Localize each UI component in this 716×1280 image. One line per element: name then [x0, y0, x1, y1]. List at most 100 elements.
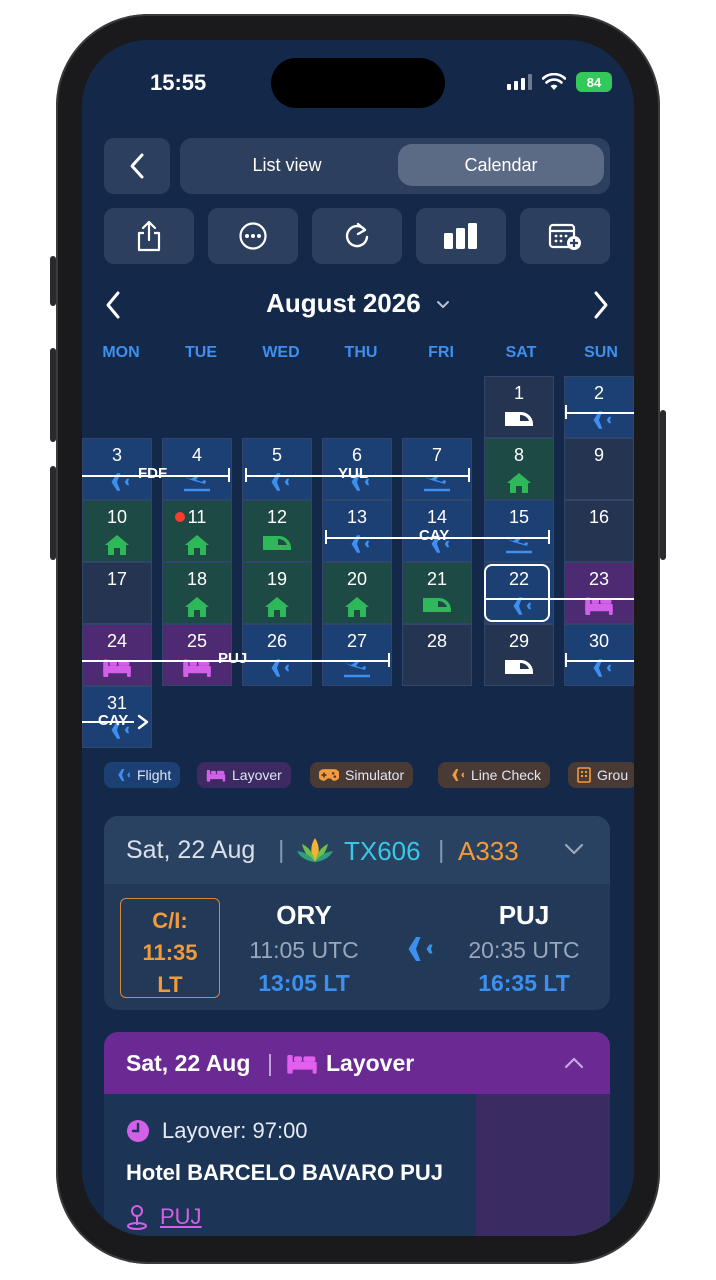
- calendar-day[interactable]: 17: [82, 562, 152, 624]
- refresh-button[interactable]: [312, 208, 402, 264]
- day-number: 3: [111, 445, 122, 465]
- calendar-day[interactable]: 15: [484, 500, 554, 562]
- tab-calendar[interactable]: Calendar: [398, 144, 604, 186]
- calendar-day[interactable]: 9: [564, 438, 634, 500]
- action-button: [50, 256, 56, 306]
- back-button[interactable]: [104, 138, 170, 194]
- calendar-day[interactable]: 24: [82, 624, 152, 686]
- checkin-time: 11:35: [142, 940, 198, 965]
- location-link[interactable]: PUJ: [126, 1204, 202, 1230]
- departure-airport: ORY 11:05 UTC 13:05 LT: [242, 900, 366, 997]
- cellular-signal-icon: [507, 74, 532, 90]
- calendar-day[interactable]: 26: [242, 624, 312, 686]
- layover-duration-row: Layover: 97:00: [126, 1118, 308, 1144]
- calendar-day[interactable]: 8: [484, 438, 554, 500]
- view-segmented-control: List view Calendar: [180, 138, 610, 194]
- legend-label: Layover: [232, 767, 282, 783]
- calendar-day[interactable]: 16: [564, 500, 634, 562]
- building-icon: [577, 767, 591, 783]
- legend-chip-simulator[interactable]: Simulator: [310, 762, 414, 788]
- checkin-label: C/I:: [152, 908, 188, 933]
- day-number: 1: [513, 383, 524, 403]
- flight-date: Sat, 22 Aug: [126, 836, 256, 864]
- legend-chip-line-check[interactable]: Line Check: [438, 762, 551, 788]
- calendar-add-icon: [548, 223, 581, 250]
- calendar-day[interactable]: 19: [242, 562, 312, 624]
- day-number: 27: [346, 631, 368, 651]
- gamepad-icon: [319, 769, 339, 781]
- statistics-button[interactable]: [416, 208, 506, 264]
- legend-chip-ground[interactable]: Grou: [568, 762, 634, 788]
- flight-card[interactable]: Sat, 22 Aug | TX606 | A333 C/I: 11:35 LT…: [104, 816, 610, 1010]
- layover-card-header[interactable]: Sat, 22 Aug | Layover: [104, 1032, 610, 1094]
- calendar-day[interactable]: 23: [564, 562, 634, 624]
- checkin-box: C/I: 11:35 LT: [120, 898, 220, 998]
- calendar-day[interactable]: 7: [402, 438, 472, 500]
- month-picker[interactable]: August 2026: [82, 288, 634, 319]
- separator: |: [267, 1050, 273, 1076]
- calendar-day[interactable]: 13: [322, 500, 392, 562]
- day-number: 29: [508, 631, 530, 651]
- route-label: YUL: [338, 465, 368, 482]
- day-number: 31: [106, 693, 128, 713]
- chevron-up-icon[interactable]: [564, 1056, 584, 1070]
- day-number: 25: [186, 631, 208, 651]
- calendar-day[interactable]: 21: [402, 562, 472, 624]
- day-number: 17: [106, 569, 128, 589]
- train-icon: [485, 409, 553, 429]
- weekday-label: THU: [344, 344, 378, 361]
- trip-bar-end: [548, 530, 550, 544]
- separator: |: [278, 836, 285, 864]
- calendar-day[interactable]: 12: [242, 500, 312, 562]
- calendar-day[interactable]: 28: [402, 624, 472, 686]
- layover-card[interactable]: Sat, 22 Aug | Layover Layover: 97:00 Hot…: [104, 1032, 610, 1236]
- flight-card-header[interactable]: Sat, 22 Aug | TX606 | A333: [104, 816, 610, 884]
- legend: Flight Layover Simulator Line Check Grou: [104, 760, 634, 790]
- chevron-down-icon[interactable]: [564, 842, 584, 856]
- calendar-day[interactable]: 29: [484, 624, 554, 686]
- calendar-day[interactable]: 11: [162, 500, 232, 562]
- day-number: 19: [266, 569, 288, 589]
- day-number: 30: [588, 631, 610, 651]
- calendar-day[interactable]: 27: [322, 624, 392, 686]
- train-icon: [243, 533, 311, 553]
- toolbar: [104, 208, 610, 266]
- chevron-left-icon: [130, 153, 144, 179]
- bar-chart-icon: [444, 223, 477, 249]
- more-button[interactable]: [208, 208, 298, 264]
- dynamic-island: [271, 58, 445, 108]
- calendar-day[interactable]: 5: [242, 438, 312, 500]
- month-navigation: August 2026: [82, 284, 634, 328]
- day-number: 24: [106, 631, 128, 651]
- trip-bar: [566, 660, 634, 662]
- day-number: 8: [513, 445, 524, 465]
- day-number: 21: [426, 569, 448, 589]
- add-calendar-button[interactable]: [520, 208, 610, 264]
- next-month-button[interactable]: [592, 290, 610, 320]
- share-button[interactable]: [104, 208, 194, 264]
- calendar-day[interactable]: 1: [484, 376, 554, 438]
- calendar-day[interactable]: 4: [162, 438, 232, 500]
- tab-list-view[interactable]: List view: [184, 144, 390, 186]
- location-code: PUJ: [160, 1204, 202, 1229]
- day-number: 28: [426, 631, 448, 651]
- calendar-day[interactable]: 18: [162, 562, 232, 624]
- legend-chip-layover[interactable]: Layover: [197, 762, 291, 788]
- departure-utc: 11:05 UTC: [249, 937, 359, 963]
- home-icon: [243, 595, 311, 619]
- checkin-timezone: LT: [157, 972, 183, 997]
- arrival-utc: 20:35 UTC: [468, 937, 580, 963]
- legend-chip-flight[interactable]: Flight: [104, 762, 181, 788]
- chevron-down-icon: [436, 301, 449, 309]
- day-number: 9: [593, 445, 604, 465]
- home-icon: [163, 533, 231, 557]
- calendar-day[interactable]: 10: [82, 500, 152, 562]
- trip-bar-start: [325, 530, 327, 544]
- calendar-day[interactable]: 2: [564, 376, 634, 438]
- calendar-day[interactable]: 20: [322, 562, 392, 624]
- layover-side-panel: [476, 1094, 610, 1236]
- calendar-day[interactable]: 30: [564, 624, 634, 686]
- bed-icon: [287, 1055, 317, 1074]
- status-icons: 84: [507, 72, 612, 92]
- plane-icon: [113, 769, 131, 781]
